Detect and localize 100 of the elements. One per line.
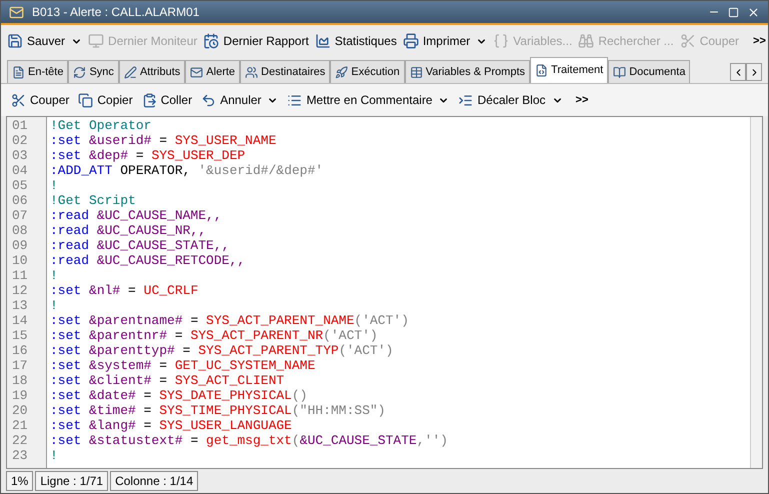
rocket-icon xyxy=(335,66,348,78)
toolbar-button[interactable]: Imprimer xyxy=(402,32,488,50)
code-line: ! xyxy=(50,298,59,313)
code-line: :set &dep# = SYS_USER_DEP xyxy=(50,148,246,163)
line-number: 04 xyxy=(11,163,29,178)
code-line: :set &statustext# = get_msg_txt(&UC_CAUSE_STATE,'') xyxy=(50,433,449,448)
tab[interactable]: Exécution xyxy=(330,60,405,83)
document-icon xyxy=(12,66,25,78)
maximize-icon[interactable] xyxy=(728,6,739,18)
scrollbar[interactable] xyxy=(750,117,762,468)
tab[interactable]: Attributs xyxy=(118,60,186,83)
code-line: :set &time# = SYS_TIME_PHYSICAL("HH:MM:SS") xyxy=(50,403,386,418)
line-number: 05 xyxy=(11,178,29,193)
code-line: :read &UC_CAUSE_NAME,, xyxy=(50,208,223,223)
scissors-icon xyxy=(680,33,696,49)
code-line: :set &parenttyp# = SYS_ACT_PARENT_TYP('ACT') xyxy=(50,343,394,358)
status-field: Ligne : 1/71 xyxy=(35,471,108,491)
code-line: :read &UC_CAUSE_NR,, xyxy=(50,223,208,238)
pen-icon xyxy=(124,66,137,78)
undo-icon xyxy=(201,92,216,108)
code-line: !Get Operator xyxy=(50,118,152,133)
toolbar-button[interactable]: Dernier Rapport xyxy=(203,32,309,50)
line-number: 18 xyxy=(11,373,29,388)
line-number: 22 xyxy=(11,433,29,448)
users-icon xyxy=(245,66,258,78)
line-number: 15 xyxy=(11,328,29,343)
table-icon xyxy=(410,66,423,78)
paste-icon xyxy=(142,92,157,108)
line-number: 02 xyxy=(11,133,29,148)
code-line: :set &client# = SYS_ACT_CLIENT xyxy=(50,373,286,388)
code-line: :read &UC_CAUSE_RETCODE,, xyxy=(50,253,246,268)
tab[interactable]: Traitement xyxy=(530,57,608,83)
chart-icon xyxy=(314,33,331,49)
code-line: :set &userid# = SYS_USER_NAME xyxy=(50,133,278,148)
line-number: 01 xyxy=(11,118,29,133)
list-icon xyxy=(287,92,302,108)
monitor-icon xyxy=(88,33,104,49)
calendar-clock-icon xyxy=(203,33,220,49)
toolbar-button[interactable]: Décaler Bloc xyxy=(458,91,563,109)
status-field: Colonne : 1/14 xyxy=(110,471,198,491)
line-number: 21 xyxy=(11,418,29,433)
toolbar-button[interactable]: Couper xyxy=(11,91,70,109)
tab[interactable]: Documenta xyxy=(608,60,690,83)
code-line: :ADD_ATT OPERATOR, '&userid#/&dep#' xyxy=(50,163,324,178)
line-number: 11 xyxy=(11,268,29,283)
line-number: 13 xyxy=(11,298,29,313)
toolbar-button[interactable]: Coller xyxy=(142,91,192,109)
code-editor[interactable] xyxy=(6,116,763,469)
toolbar-button[interactable]: Sauver xyxy=(7,32,82,50)
sync-icon xyxy=(73,66,86,78)
close-icon[interactable] xyxy=(747,6,760,18)
tab[interactable]: Alerte xyxy=(185,60,240,83)
overflow-button[interactable]: >> xyxy=(753,32,766,50)
line-number: 08 xyxy=(11,223,29,238)
line-number: 07 xyxy=(11,208,29,223)
indent-icon xyxy=(458,92,474,108)
line-number: 16 xyxy=(11,343,29,358)
code-line: ! xyxy=(50,268,59,283)
code-line: :set &lang# = SYS_USER_LANGUAGE xyxy=(50,418,293,433)
script-icon xyxy=(535,64,548,77)
tab[interactable]: Destinataires xyxy=(240,60,330,83)
line-number: 23 xyxy=(11,448,29,463)
status-field: 1% xyxy=(6,471,34,491)
scroll-left-button[interactable] xyxy=(730,63,746,81)
line-number: 17 xyxy=(11,358,29,373)
code-line: ! xyxy=(50,178,59,193)
book-icon xyxy=(613,66,626,78)
line-number: 09 xyxy=(11,238,29,253)
toolbar-button[interactable]: Copier xyxy=(78,91,133,109)
line-number: 12 xyxy=(11,283,29,298)
tab[interactable]: Variables & Prompts xyxy=(404,60,530,83)
toolbar-button[interactable]: Mettre en Commentaire xyxy=(287,91,450,109)
code-line: :set &parentname# = SYS_ACT_PARENT_NAME('ACT') xyxy=(50,313,410,328)
binoculars-icon xyxy=(578,33,594,49)
tab[interactable]: En-tête xyxy=(7,60,68,83)
code-line: :set &parentnr# = SYS_ACT_PARENT_NR('ACT') xyxy=(50,328,379,343)
code-line: :set &system# = GET_UC_SYSTEM_NAME xyxy=(50,358,316,373)
code-line: :set &nl# = UC_CRLF xyxy=(50,283,200,298)
braces-icon xyxy=(493,33,510,49)
envelope-icon xyxy=(190,66,204,78)
line-number: 06 xyxy=(11,193,29,208)
code-line: :set &date# = SYS_DATE_PHYSICAL() xyxy=(50,388,308,403)
line-number: 20 xyxy=(11,403,29,418)
copy-icon xyxy=(78,92,94,108)
line-number: 14 xyxy=(11,313,29,328)
toolbar-button[interactable]: Annuler xyxy=(201,91,278,109)
save-icon xyxy=(7,33,23,49)
line-number: 19 xyxy=(11,388,29,403)
line-number: 10 xyxy=(11,253,29,268)
code-line: ! xyxy=(50,448,59,463)
overflow-button[interactable]: >> xyxy=(576,92,588,108)
window-title: B013 - Alerte : CALL.ALARM01 xyxy=(32,4,200,21)
envelope-icon xyxy=(9,4,24,20)
code-line: !Get Script xyxy=(50,193,137,208)
toolbar-button[interactable]: Statistiques xyxy=(314,32,397,50)
line-number: 03 xyxy=(11,148,29,163)
tab[interactable]: Sync xyxy=(68,60,119,83)
code-line: :read &UC_CAUSE_STATE,, xyxy=(50,238,230,253)
printer-icon xyxy=(402,33,419,49)
scroll-right-button[interactable] xyxy=(746,63,762,81)
